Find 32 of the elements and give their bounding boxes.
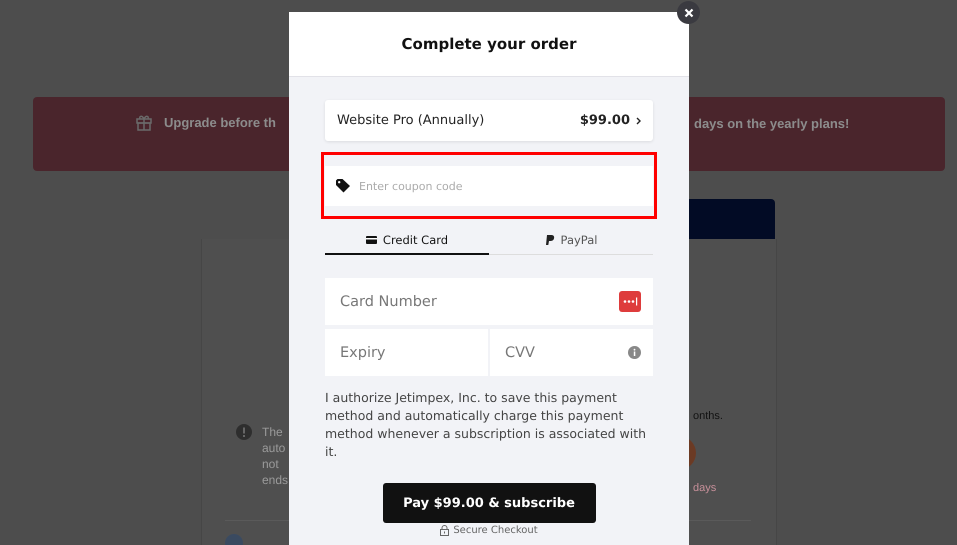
close-button[interactable] — [677, 1, 700, 24]
product-selector[interactable]: Website Pro (Annually) $99.00 — [325, 100, 653, 141]
notice-text: auto — [262, 440, 286, 456]
product-price: $99.00 — [580, 113, 630, 128]
dialog-title: Complete your order — [402, 35, 576, 53]
notice-text: not — [262, 456, 280, 472]
secure-checkout-text: Secure Checkout — [453, 525, 538, 536]
gift-icon — [136, 114, 152, 131]
card-number-field[interactable]: Card Number — [325, 278, 653, 325]
close-icon — [684, 8, 694, 18]
chevron-right-icon — [636, 116, 641, 124]
banner-text: Upgrade before th — [164, 115, 276, 130]
product-name: Website Pro (Annually) — [337, 113, 484, 128]
plan-text: onths. — [693, 410, 723, 422]
cvv-field[interactable]: CVV — [490, 329, 653, 376]
password-manager-icon[interactable] — [619, 291, 641, 312]
paypal-icon — [544, 234, 555, 246]
notice-text: ends — [262, 472, 288, 488]
notice-text: The — [262, 424, 284, 440]
plan-text: days — [693, 482, 716, 494]
lock-icon — [440, 525, 450, 536]
pay-button[interactable]: Pay $99.00 & subscribe — [382, 483, 596, 523]
credit-card-icon — [366, 236, 377, 244]
alert-icon — [236, 424, 252, 440]
expiry-field[interactable]: Expiry — [325, 329, 488, 376]
payment-tab[interactable]: PayPal — [489, 227, 653, 255]
coupon-field[interactable]: Enter coupon code — [325, 166, 653, 206]
info-icon[interactable] — [628, 346, 641, 359]
payment-tab[interactable]: Credit Card — [325, 227, 489, 255]
banner-text: days on the yearly plans! — [694, 116, 850, 131]
tag-icon — [336, 179, 352, 193]
authorization-text: I authorize Jetimpex, Inc. to save this payment method and automatically charge this payment method whenever a subscription is associated with it. — [325, 389, 648, 461]
